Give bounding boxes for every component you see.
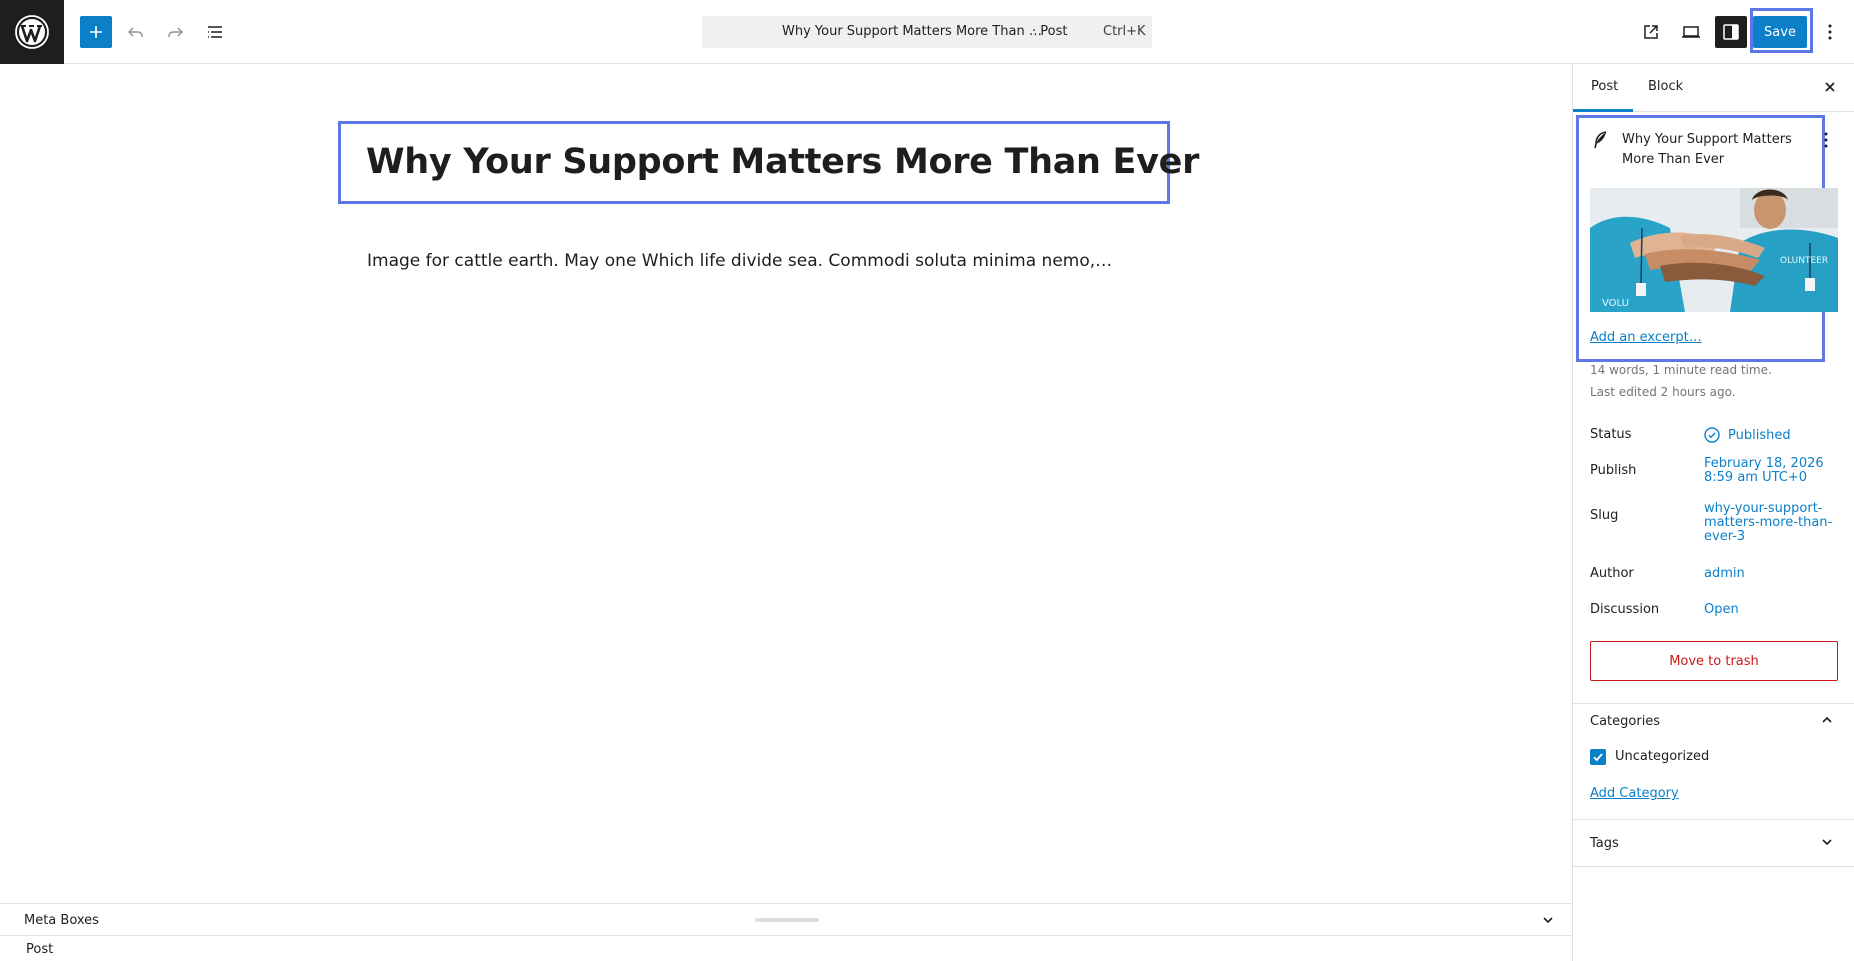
summary-actions-button[interactable] [1823, 131, 1829, 153]
sidebar-icon [1723, 24, 1739, 40]
status-label: Status [1590, 427, 1632, 442]
undo-icon [127, 27, 143, 37]
document-title: Why Your Support Matters More Than … [782, 24, 1042, 39]
chevron-down-icon [1543, 917, 1553, 924]
move-to-trash-button[interactable]: Move to trash [1590, 641, 1838, 681]
wordpress-logo-button[interactable] [0, 0, 64, 64]
checkmark-icon [1593, 753, 1603, 762]
document-overview-button[interactable] [199, 16, 231, 48]
redo-button[interactable] [159, 16, 191, 48]
sidebar-divider [1573, 866, 1854, 867]
post-title-block[interactable]: Why Your Support Matters More Than Ever [338, 121, 1199, 204]
close-sidebar-button[interactable] [1821, 78, 1839, 100]
featured-image[interactable]: VOLU OLUNTEER [1590, 188, 1838, 312]
status-icon-wrap [1704, 427, 1720, 447]
post-title[interactable]: Why Your Support Matters More Than Ever [366, 142, 1199, 182]
plus-icon [90, 26, 102, 38]
publish-date: February 18, 2026 [1704, 456, 1824, 471]
categories-toggle[interactable] [1819, 712, 1835, 732]
sidebar-divider [1573, 819, 1854, 820]
active-tab-indicator [1573, 109, 1633, 112]
slug-line: ever-3 [1704, 529, 1746, 544]
redo-icon [168, 27, 184, 37]
meta-boxes-panel: Meta Boxes [0, 903, 1572, 936]
view-post-button[interactable] [1635, 16, 1667, 48]
post-excerpt-paragraph[interactable]: Image for cattle earth. May one Which li… [367, 251, 1112, 271]
publish-time: 8:59 am UTC+0 [1704, 470, 1808, 485]
publish-date-button[interactable]: February 18, 2026 8:59 am UTC+0 [1704, 457, 1824, 485]
more-vertical-icon [1824, 132, 1828, 148]
more-vertical-icon [1828, 24, 1832, 40]
check-circle-icon [1704, 427, 1720, 443]
publish-label: Publish [1590, 463, 1637, 478]
editor-canvas: Why Your Support Matters More Than Ever … [0, 65, 1572, 903]
wordpress-logo-icon [15, 15, 49, 49]
author-value[interactable]: admin [1704, 567, 1745, 581]
meta-boxes-label: Meta Boxes [24, 913, 99, 928]
add-block-button[interactable] [80, 16, 112, 48]
feather-icon [1594, 131, 1607, 149]
breadcrumb[interactable]: Post [26, 942, 53, 957]
discussion-label: Discussion [1590, 602, 1660, 617]
word-count: 14 words, 1 minute read time. [1590, 363, 1772, 377]
category-checkbox[interactable] [1590, 749, 1606, 765]
categories-panel-title[interactable]: Categories [1590, 714, 1660, 729]
command-palette-button[interactable]: Why Your Support Matters More Than … · P… [702, 16, 1152, 48]
last-edited: Last edited 2 hours ago. [1590, 385, 1736, 399]
add-excerpt-link[interactable]: Add an excerpt… [1590, 330, 1702, 345]
settings-toggle-button[interactable] [1715, 16, 1747, 48]
close-icon [1825, 82, 1835, 92]
svg-text:OLUNTEER: OLUNTEER [1780, 256, 1828, 266]
list-view-icon [208, 26, 222, 38]
add-category-link[interactable]: Add Category [1590, 786, 1679, 801]
tab-block[interactable]: Block [1648, 79, 1683, 94]
preview-device-button[interactable] [1675, 16, 1707, 48]
chevron-up-icon [1822, 716, 1832, 723]
desktop-icon [1682, 26, 1700, 38]
volunteers-photo: VOLU OLUNTEER [1590, 188, 1838, 312]
resize-handle[interactable] [755, 918, 819, 922]
tab-post[interactable]: Post [1591, 79, 1618, 94]
slug-label: Slug [1590, 508, 1619, 523]
sidebar-tabs: Post Block [1573, 65, 1854, 112]
author-label: Author [1590, 566, 1634, 581]
document-type: · Post [1032, 24, 1068, 39]
save-button[interactable]: Save [1753, 16, 1807, 48]
sidebar-divider [1573, 703, 1854, 704]
summary-post-title: Why Your Support Matters More Than Ever [1622, 132, 1792, 167]
category-label[interactable]: Uncategorized [1615, 749, 1709, 764]
tags-panel-title[interactable]: Tags [1590, 836, 1619, 851]
post-type-icon-wrap [1593, 131, 1609, 153]
tags-toggle[interactable] [1819, 834, 1835, 854]
editor-header: Why Your Support Matters More Than … · P… [0, 0, 1854, 64]
discussion-value[interactable]: Open [1704, 603, 1739, 617]
chevron-down-icon [1822, 839, 1832, 846]
settings-sidebar: Post Block Why Your Support Matters More… [1572, 65, 1854, 961]
slug-button[interactable]: why-your-support- matters-more-than- eve… [1704, 502, 1832, 544]
status-value[interactable]: Published [1728, 429, 1791, 443]
undo-button[interactable] [120, 16, 152, 48]
keyboard-shortcut: Ctrl+K [1103, 24, 1146, 39]
svg-text:VOLU: VOLU [1602, 298, 1629, 309]
slug-line: why-your-support- [1704, 501, 1823, 516]
external-link-icon [1644, 25, 1658, 39]
options-menu-button[interactable] [1814, 16, 1846, 48]
meta-boxes-toggle[interactable] [1540, 912, 1556, 932]
slug-line: matters-more-than- [1704, 515, 1833, 530]
